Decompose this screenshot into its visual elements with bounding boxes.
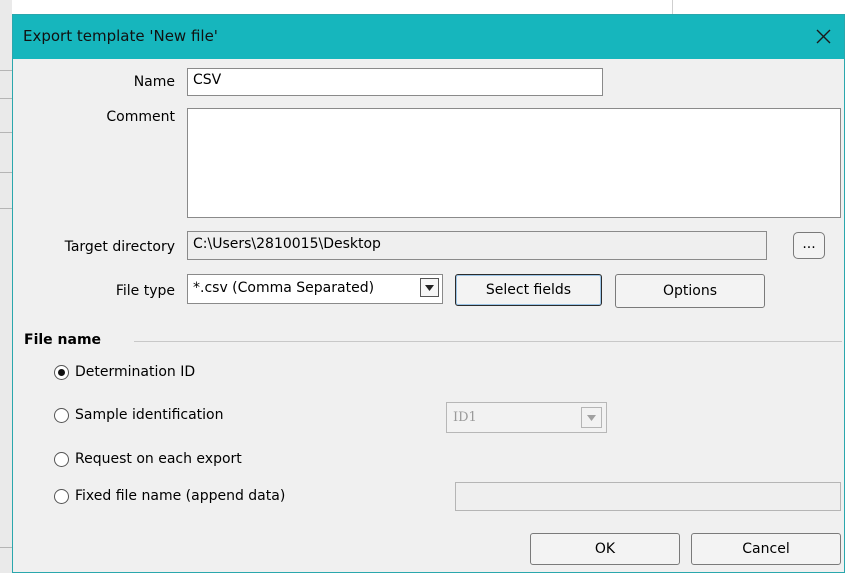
browse-directory-button[interactable]: ... (793, 232, 825, 259)
browse-button-label: ... (802, 236, 816, 252)
radio-fixed-file-name[interactable] (54, 489, 69, 504)
radio-label-fixed-file-name[interactable]: Fixed file name (append data) (75, 488, 285, 504)
radio-determination-id[interactable] (54, 365, 69, 380)
radio-request-on-each-export[interactable] (54, 452, 69, 467)
radio-label-request-on-each-export[interactable]: Request on each export (75, 451, 242, 467)
cancel-button[interactable]: Cancel (691, 533, 841, 565)
chevron-down-icon (587, 415, 596, 421)
fixed-file-name-field (455, 482, 841, 511)
comment-label: Comment (106, 109, 175, 125)
ok-label: OK (594, 541, 616, 557)
group-divider (134, 341, 842, 342)
sample-id-combobox: ID1 (446, 402, 607, 433)
file-name-group-title: File name (24, 332, 102, 348)
target-directory-field: C:\Users\2810015\Desktop (187, 231, 767, 260)
file-type-label: File type (115, 283, 175, 299)
background-divider (0, 172, 12, 173)
name-label: Name (133, 74, 175, 90)
name-input[interactable]: CSV (187, 68, 603, 96)
background-divider (0, 547, 12, 548)
close-button[interactable] (808, 20, 838, 54)
export-template-dialog: Export template 'New file' Name CSV Comm… (12, 14, 845, 573)
background-divider (0, 98, 12, 99)
comment-textarea[interactable] (187, 108, 841, 218)
select-fields-button[interactable]: Select fields (455, 274, 602, 306)
close-icon (816, 29, 830, 44)
target-directory-label: Target directory (64, 239, 175, 255)
options-label: Options (662, 283, 718, 299)
ok-button[interactable]: OK (530, 533, 680, 565)
radio-selected-dot (58, 369, 65, 376)
chevron-down-icon (425, 285, 434, 291)
background-divider (0, 208, 12, 209)
background-app-strip (0, 0, 12, 573)
sample-id-dropdown-button (581, 407, 602, 428)
cancel-label: Cancel (742, 541, 790, 557)
radio-label-determination-id[interactable]: Determination ID (75, 364, 195, 380)
radio-label-sample-identification[interactable]: Sample identification (75, 407, 224, 423)
dialog-title: Export template 'New file' (23, 27, 218, 45)
background-divider (672, 0, 673, 14)
background-divider (0, 132, 12, 133)
file-type-value: *.csv (Comma Separated) (193, 280, 375, 296)
file-type-combobox[interactable]: *.csv (Comma Separated) (187, 274, 443, 304)
options-button[interactable]: Options (615, 274, 765, 308)
title-bar[interactable]: Export template 'New file' (13, 15, 844, 59)
select-fields-label: Select fields (485, 282, 572, 298)
background-divider (0, 70, 12, 71)
radio-sample-identification[interactable] (54, 408, 69, 423)
sample-id-value: ID1 (453, 410, 477, 425)
file-type-dropdown-button[interactable] (420, 278, 439, 297)
